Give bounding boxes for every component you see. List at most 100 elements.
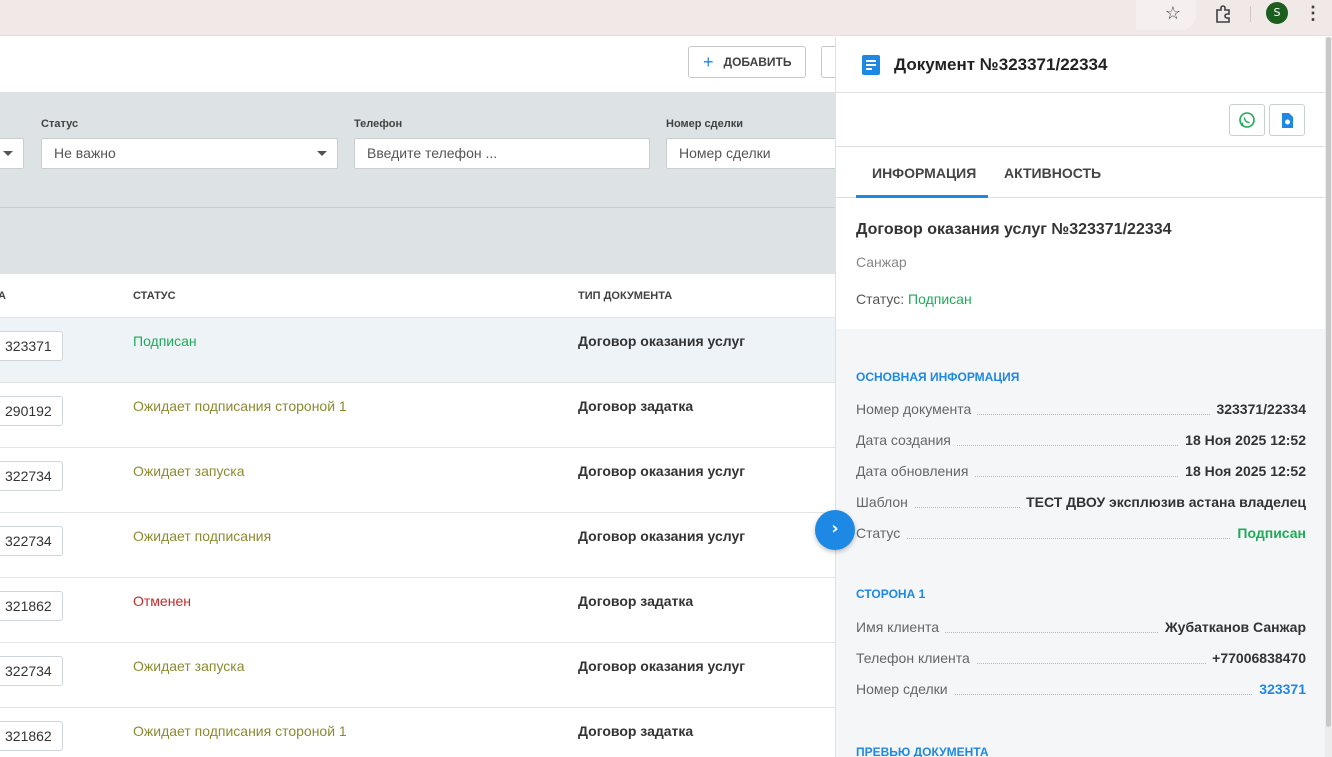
profile-avatar[interactable]: S [1266,2,1288,24]
table-row[interactable]: 322734 Ожидает подписания Договор оказан… [0,513,836,578]
plus-icon: + [703,52,714,72]
info-key: Дата обновления [856,463,975,479]
deal-number-chip[interactable]: 321862 [0,591,63,621]
tab-information[interactable]: ИНФОРМАЦИЯ [872,165,976,181]
browser-menu-icon[interactable]: ⋮ [1304,2,1322,24]
info-row-status: Статус Подписан [856,525,1306,545]
party-key: Номер сделки [856,681,954,697]
info-value: Подписан [1231,525,1306,541]
info-row-template: Шаблон ТЕСТ ДВОУ эксплюзив астана владел… [856,494,1306,514]
row-status: Ожидает подписания стороной 1 [133,723,347,739]
table-header: А СТАТУС ТИП ДОКУМЕНТА [0,274,836,318]
party-row-name: Имя клиента Жубатканов Санжар [856,619,1306,639]
panel-actions [836,93,1325,147]
add-button-label: ДОБАВИТЬ [723,55,792,69]
status-filter-select[interactable]: Не важно [41,138,338,169]
info-row-updated: Дата обновления 18 Ноя 2025 12:52 [856,463,1306,483]
panel-scroll-thumb[interactable] [1326,37,1331,727]
preview-title: ПРЕВЬЮ ДОКУМЕНТА [856,745,989,757]
deal-number-chip[interactable]: 322734 [0,461,63,491]
column-header-doc-type[interactable]: ТИП ДОКУМЕНТА [578,290,672,302]
table-row[interactable]: 322734 Ожидает запуска Договор оказания … [0,643,836,708]
deal-number-chip[interactable]: 290192 [0,396,63,426]
row-status: Ожидает подписания стороной 1 [133,398,347,414]
file-download-icon [1282,113,1293,128]
panel-header: Документ №323371/22334 [836,37,1325,93]
deal-number-chip[interactable]: 321862 [0,721,63,751]
row-doc-type: Договор оказания услуг [578,463,746,479]
info-value: 323371/22334 [1210,401,1306,417]
document-icon [862,55,880,75]
party-key: Имя клиента [856,619,945,635]
info-value: 18 Ноя 2025 12:52 [1179,463,1306,479]
contract-status-value: Подписан [908,291,972,307]
collapse-panel-button[interactable]: › [815,510,855,550]
info-key: Дата создания [856,432,957,448]
table-row[interactable]: 321862 Ожидает подписания стороной 1 Дог… [0,708,836,757]
info-key: Статус [856,525,907,541]
row-status: Ожидает запуска [133,463,245,479]
row-status: Ожидает запуска [133,658,245,674]
info-key: Шаблон [856,494,914,510]
party-value: Жубатканов Санжар [1159,619,1306,635]
row-doc-type: Договор оказания услуг [578,528,746,544]
row-doc-type: Договор оказания услуг [578,333,746,349]
whatsapp-button[interactable] [1229,104,1265,136]
documents-page: + ДОБАВИТЬ Статус Не важно Телефон Введи… [0,37,836,757]
phone-filter-input[interactable]: Введите телефон ... [354,138,650,169]
row-doc-type: Договор оказания услуг [578,658,746,674]
info-row-doc-number: Номер документа 323371/22334 [856,401,1306,421]
contract-status-label: Статус: [856,291,909,307]
party1-title: СТОРОНА 1 [856,587,926,601]
row-status: Отменен [133,593,191,609]
main-info-title: ОСНОВНАЯ ИНФОРМАЦИЯ [856,370,1020,384]
party-row-phone: Телефон клиента +77006838470 [856,650,1306,670]
table-row[interactable]: 321862 Отменен Договор задатка [0,578,836,643]
extensions-icon[interactable] [1212,2,1234,24]
deal-number-link[interactable]: 323371 [1253,681,1306,697]
panel-title: Документ №323371/22334 [894,55,1108,74]
contract-client-name: Санжар [856,254,907,270]
table-row[interactable]: 290192 Ожидает подписания стороной 1 Дог… [0,383,836,448]
tab-activity[interactable]: АКТИВНОСТЬ [1004,165,1101,181]
party-value: +77006838470 [1206,650,1306,666]
add-button[interactable]: + ДОБАВИТЬ [688,46,806,78]
document-details-panel: Документ №323371/22334 ИНФОРМАЦИЯ АКТИВН… [835,37,1325,757]
document-summary: Договор оказания услуг №323371/22334 Сан… [836,198,1325,329]
column-header-status[interactable]: СТАТУС [133,290,176,302]
info-value: 18 Ноя 2025 12:52 [1179,432,1306,448]
row-status: Ожидает подписания [133,528,272,544]
whatsapp-icon [1239,112,1255,128]
row-doc-type: Договор задатка [578,398,694,414]
bookmark-star-icon[interactable]: ☆ [1162,2,1184,24]
contract-status: Статус: Подписан [856,291,972,307]
filters-divider [0,207,836,208]
info-key: Номер документа [856,401,978,417]
row-doc-type: Договор задатка [578,593,694,609]
page-toolbar: + ДОБАВИТЬ [0,37,836,92]
party-key: Телефон клиента [856,650,976,666]
table-row[interactable]: 323371 Подписан Договор оказания услуг [0,318,836,383]
caret-down-icon [3,151,13,156]
deal-number-chip[interactable]: 323371 [0,331,63,361]
download-document-button[interactable] [1269,104,1305,136]
deal-number-chip[interactable]: 322734 [0,656,63,686]
filter-select-cut[interactable] [0,138,24,169]
deal-filter-placeholder: Номер сделки [679,145,771,161]
status-filter-label: Статус [41,118,79,130]
table-row[interactable]: 322734 Ожидает запуска Договор оказания … [0,448,836,513]
row-doc-type: Договор задатка [578,723,694,739]
phone-filter-label: Телефон [354,118,403,130]
deal-filter-label: Номер сделки [666,118,744,130]
info-row-created: Дата создания 18 Ноя 2025 12:52 [856,432,1306,452]
party-row-deal: Номер сделки 323371 [856,681,1306,701]
info-value: ТЕСТ ДВОУ эксплюзив астана владелец [1020,494,1306,510]
deal-number-chip[interactable]: 322734 [0,526,63,556]
deal-filter-input[interactable]: Номер сделки [666,138,836,169]
column-header-deal[interactable]: А [0,290,6,302]
row-status: Подписан [133,333,197,349]
secondary-toolbar-button[interactable] [821,46,836,78]
contract-title: Договор оказания услуг №323371/22334 [856,221,1172,238]
toolbar-divider [1250,6,1251,22]
status-filter-value: Не важно [54,145,116,161]
